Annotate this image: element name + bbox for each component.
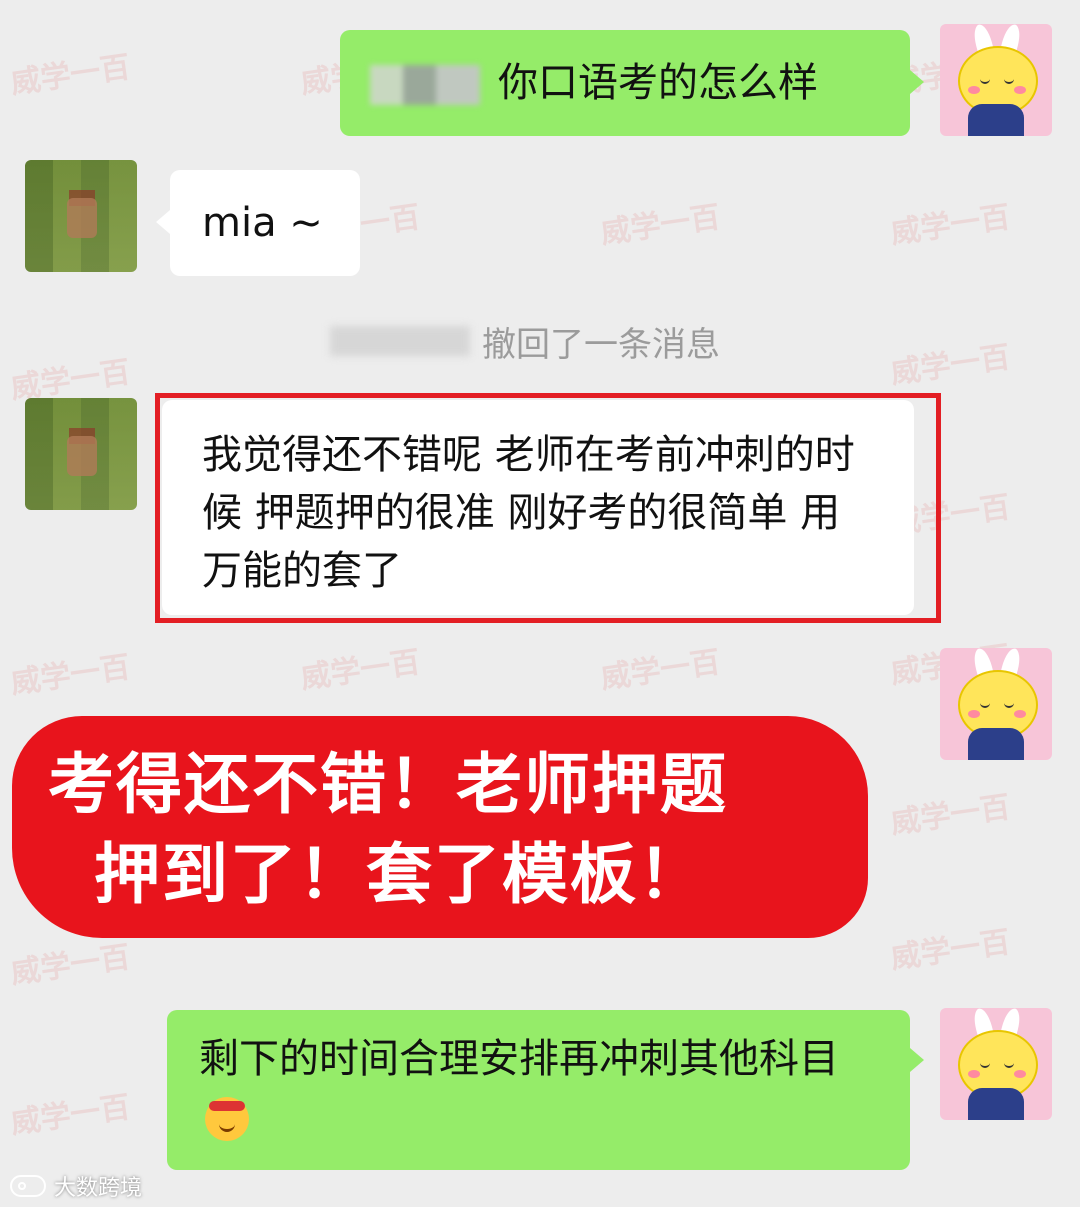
banner-line-1: 考得还不错！老师押题 [48,746,728,823]
emoji-icon [205,1097,249,1141]
logo-text: 大数跨境 [54,1176,143,1201]
bubble-tail [910,1048,924,1072]
watermark: 威学一百 [888,789,1013,842]
highlight-banner: 考得还不错！老师押题 押到了！套了模板！ [12,716,868,938]
blurred-name [370,65,480,105]
watermark: 威学一百 [298,644,423,697]
watermark: 威学一百 [598,199,723,252]
weibo-logo-icon [10,1175,46,1197]
message-text: 剩下的时间合理安排再冲刺其他科目 [199,1036,839,1082]
watermark: 威学一百 [8,649,133,702]
watermark: 威学一百 [888,339,1013,392]
message-bubble-outgoing[interactable]: 剩下的时间合理安排再冲刺其他科目 [167,1010,910,1170]
highlight-frame [155,393,941,623]
blurred-name [330,326,470,356]
watermark: 威学一百 [8,939,133,992]
banner-line-2: 押到了！套了模板！ [94,836,706,913]
bubble-tail [910,70,924,94]
message-text: 你口语考的怎么样 [498,60,818,106]
source-logo: 大数跨境 [10,1170,142,1202]
watermark: 威学一百 [598,644,723,697]
watermark: 威学一百 [8,49,133,102]
watermark: 威学一百 [8,1089,133,1142]
contact-avatar[interactable] [25,398,137,510]
user-avatar[interactable] [940,24,1052,136]
message-bubble-outgoing[interactable]: 你口语考的怎么样 [340,30,910,136]
user-avatar[interactable] [940,1008,1052,1120]
bubble-tail [156,210,170,234]
message-bubble-incoming[interactable]: mia ~ [170,170,360,276]
watermark: 威学一百 [888,199,1013,252]
contact-avatar[interactable] [25,160,137,272]
recall-text: 撤回了一条消息 [482,324,720,365]
user-avatar[interactable] [940,648,1052,760]
recall-notice: 撤回了一条消息 [330,318,720,365]
